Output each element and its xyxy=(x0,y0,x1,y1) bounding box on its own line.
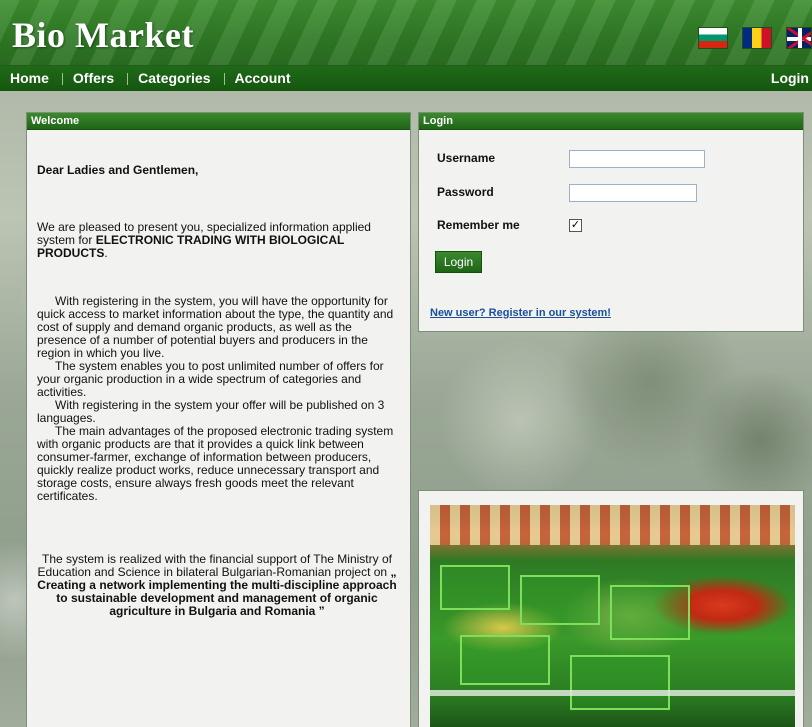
welcome-panel-title: Welcome xyxy=(27,113,410,130)
language-flags xyxy=(698,27,812,49)
remember-label: Remember me xyxy=(437,218,520,232)
intro-paragraph: We are pleased to present you, specializ… xyxy=(37,221,397,260)
username-label: Username xyxy=(437,151,496,165)
welcome-panel: Welcome Dear Ladies and Gentlemen, We ar… xyxy=(26,112,411,727)
bulgaria-flag-icon[interactable] xyxy=(698,27,728,49)
register-paragraph: With registering in the system, you will… xyxy=(37,294,394,360)
greeting-text: Dear Ladies and Gentlemen, xyxy=(37,163,199,177)
password-input[interactable] xyxy=(569,184,697,202)
nav-home[interactable]: Home xyxy=(0,66,63,91)
languages-paragraph: With registering in the system your offe… xyxy=(37,398,385,425)
photo-shelf xyxy=(430,690,795,696)
offers-paragraph: The system enables you to post unlimited… xyxy=(37,359,384,399)
site-header: Bio Market xyxy=(0,0,812,66)
funding-paragraph: The system is realized with the financia… xyxy=(37,553,397,618)
funding-text: The system is realized with the financia… xyxy=(37,552,392,579)
login-button[interactable]: Login xyxy=(435,251,482,273)
remember-checkbox[interactable]: ✓ xyxy=(569,219,582,232)
password-label: Password xyxy=(437,185,494,199)
nav-account[interactable]: Account xyxy=(225,66,305,91)
advantages-paragraph: The main advantages of the proposed elec… xyxy=(37,424,394,503)
photo-crate xyxy=(440,565,510,610)
nav-login[interactable]: Login xyxy=(761,66,812,91)
welcome-content: Dear Ladies and Gentlemen, We are please… xyxy=(27,164,410,618)
romania-flag-icon[interactable] xyxy=(742,27,772,49)
username-input[interactable] xyxy=(569,150,705,168)
intro-end-text: . xyxy=(104,246,108,260)
photo-panel xyxy=(418,490,804,727)
main-nav: Home Offers Categories Account Login xyxy=(0,66,812,91)
photo-crate xyxy=(460,635,550,685)
nav-offers[interactable]: Offers xyxy=(63,66,129,91)
photo-crate xyxy=(610,585,690,640)
site-logo[interactable]: Bio Market xyxy=(12,14,194,56)
login-panel: Login Username Password Remember me ✓ Lo… xyxy=(418,112,804,332)
register-link[interactable]: New user? Register in our system! xyxy=(430,307,611,319)
uk-flag-icon[interactable] xyxy=(786,27,812,49)
vegetable-market-photo xyxy=(430,505,795,727)
photo-crate xyxy=(570,655,670,710)
photo-awning xyxy=(430,505,795,545)
nav-categories[interactable]: Categories xyxy=(128,66,225,91)
photo-crate xyxy=(520,575,600,625)
login-panel-title: Login xyxy=(419,113,803,130)
